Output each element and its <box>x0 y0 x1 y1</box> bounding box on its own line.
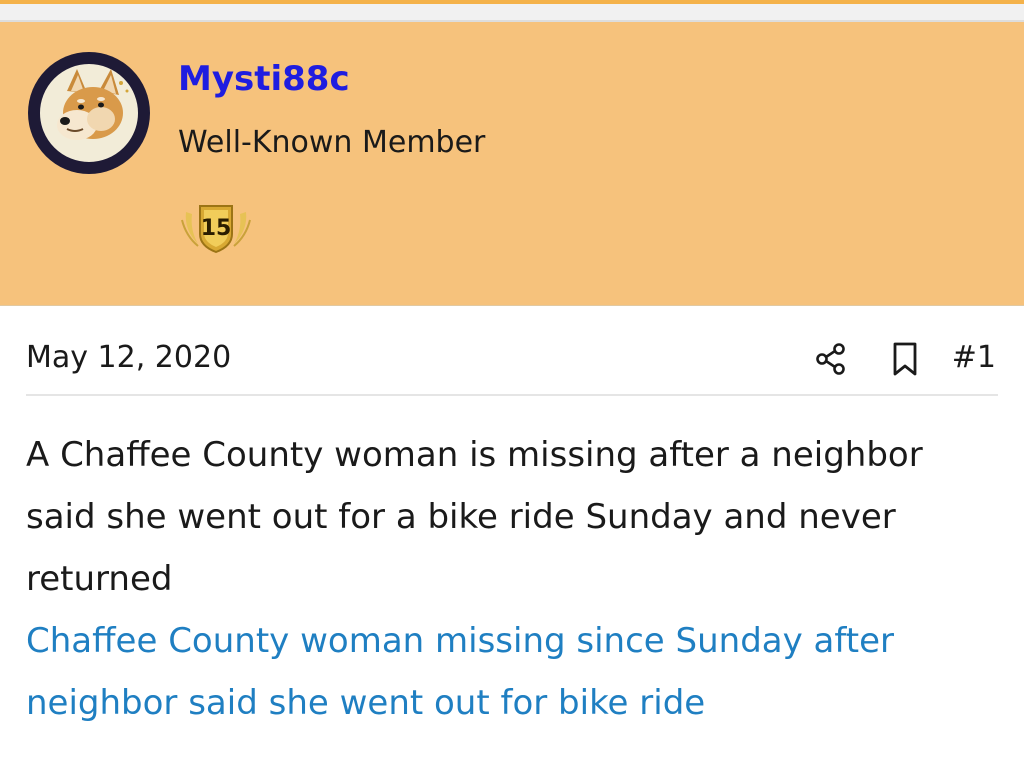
share-icon[interactable] <box>814 342 848 376</box>
post-body: A Chaffee County woman is missing after … <box>26 424 986 734</box>
top-accent-bar <box>0 0 1024 4</box>
header-pointer <box>64 306 112 328</box>
user-title: Well-Known Member <box>178 125 486 160</box>
trophy-badge[interactable]: 15 <box>180 200 252 256</box>
post-body-text: A Chaffee County woman is missing after … <box>26 435 923 599</box>
post-user-header: Mysti88c Well-Known Member 15 <box>0 22 1024 328</box>
post-meta-bar: May 12, 2020 #1 <box>26 340 998 396</box>
top-strip <box>0 0 1024 22</box>
bookmark-icon[interactable] <box>892 342 918 376</box>
article-link[interactable]: Chaffee County woman missing since Sunda… <box>26 621 894 723</box>
username-link[interactable]: Mysti88c <box>178 62 350 96</box>
shiba-dog-icon <box>38 62 140 164</box>
post-date[interactable]: May 12, 2020 <box>26 343 231 373</box>
post-number-link[interactable]: #1 <box>952 343 996 373</box>
badge-number: 15 <box>200 215 232 241</box>
user-avatar[interactable] <box>28 52 150 174</box>
